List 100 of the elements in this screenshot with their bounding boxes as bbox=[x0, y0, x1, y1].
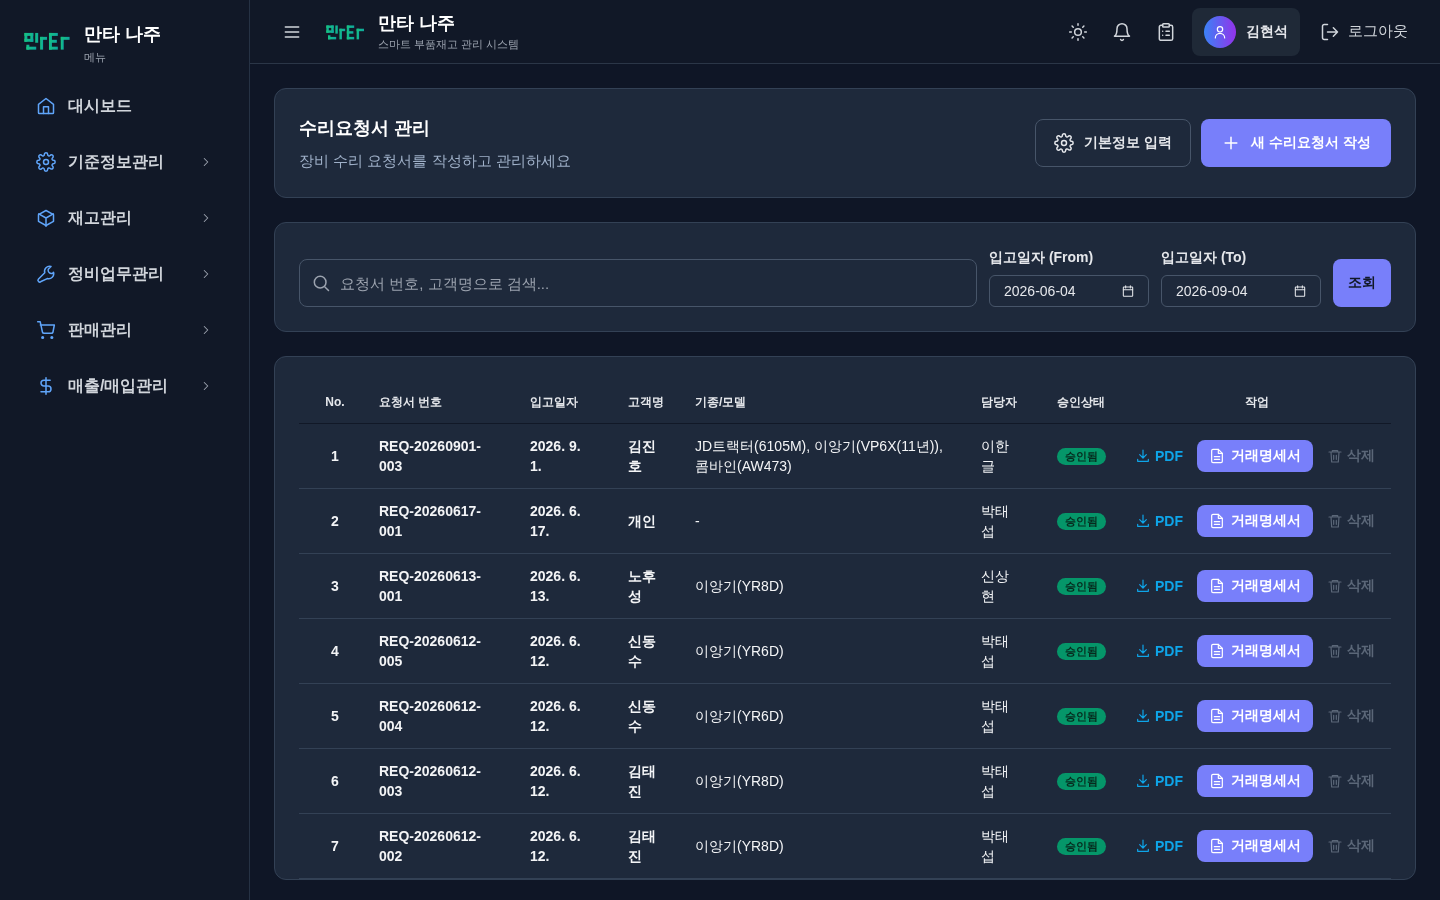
sidebar-item[interactable]: 판매관리 bbox=[24, 306, 225, 354]
table-cell-text: 이앙기(YR6D) bbox=[695, 707, 785, 726]
sidebar-item[interactable]: 기준정보관리 bbox=[24, 138, 225, 186]
download-icon bbox=[1135, 448, 1151, 464]
table-cell-text: 김태진 bbox=[628, 762, 657, 801]
table-cell-text: 2026. 6. 12. bbox=[530, 632, 582, 671]
table-cell-text: 박태섭 bbox=[981, 632, 1010, 671]
table-cell-text: 이앙기(YR8D) bbox=[695, 772, 785, 791]
status-badge: 승인됨 bbox=[1057, 838, 1106, 855]
document-icon bbox=[1209, 578, 1225, 594]
document-icon bbox=[1209, 838, 1225, 854]
table-cell: 1 bbox=[331, 448, 339, 464]
status-badge: 승인됨 bbox=[1057, 773, 1106, 790]
column-header: No. bbox=[325, 395, 345, 409]
user-chip[interactable]: 김현석 bbox=[1192, 7, 1300, 56]
table-cell-text: 신동수 bbox=[628, 697, 657, 736]
home-icon bbox=[36, 96, 56, 116]
statement-button[interactable]: 거래명세서 bbox=[1197, 570, 1313, 602]
table-cell: 4 bbox=[331, 643, 339, 659]
document-icon bbox=[1209, 708, 1225, 724]
statement-button[interactable]: 거래명세서 bbox=[1197, 700, 1313, 732]
user-icon bbox=[1212, 23, 1228, 40]
pdf-link[interactable]: PDF bbox=[1135, 643, 1183, 659]
search-field[interactable]: 요청서 번호, 고객명으로 검색... bbox=[299, 259, 977, 307]
table-cell-text: 2026. 6. 17. bbox=[530, 502, 582, 541]
statement-button[interactable]: 거래명세서 bbox=[1197, 505, 1313, 537]
calendar-icon bbox=[1121, 284, 1135, 298]
table-cell: 5 bbox=[331, 708, 339, 724]
table-cell-text: 박태섭 bbox=[981, 762, 1010, 801]
brand-name: 만타 나주 bbox=[84, 23, 161, 46]
trash-icon bbox=[1327, 708, 1343, 724]
sidebar-item[interactable]: 대시보드 bbox=[24, 82, 225, 130]
table-cell-text: 신동수 bbox=[628, 632, 657, 671]
table-cell-text: - bbox=[695, 512, 701, 531]
pdf-link[interactable]: PDF bbox=[1135, 838, 1183, 854]
trash-icon bbox=[1327, 448, 1343, 464]
document-icon bbox=[1209, 448, 1225, 464]
table-cell-text: 2026. 6. 13. bbox=[530, 567, 582, 606]
pdf-link[interactable]: PDF bbox=[1135, 513, 1183, 529]
column-header: 담당자 bbox=[981, 394, 1017, 409]
logout-button[interactable]: 로그아웃 bbox=[1312, 21, 1416, 42]
download-icon bbox=[1135, 513, 1151, 529]
table-cell-text: REQ-20260612-005 bbox=[379, 632, 482, 671]
cart-icon bbox=[36, 320, 56, 340]
document-icon bbox=[1209, 513, 1225, 529]
search-button[interactable]: 조회 bbox=[1333, 259, 1391, 307]
table-cell-text: 김진호 bbox=[628, 437, 657, 476]
download-icon bbox=[1135, 578, 1151, 594]
sidebar-item[interactable]: 재고관리 bbox=[24, 194, 225, 242]
sun-icon bbox=[1068, 21, 1088, 42]
new-request-button[interactable]: 새 수리요청서 작성 bbox=[1201, 119, 1391, 167]
menu-caption: 메뉴 bbox=[84, 50, 107, 65]
download-icon bbox=[1135, 708, 1151, 724]
table-cell: 2 bbox=[331, 513, 339, 529]
statement-button[interactable]: 거래명세서 bbox=[1197, 635, 1313, 667]
table-cell-text: 박태섭 bbox=[981, 502, 1010, 541]
pdf-link[interactable]: PDF bbox=[1135, 578, 1183, 594]
trash-icon bbox=[1327, 773, 1343, 789]
column-header: 고객명 bbox=[628, 394, 664, 409]
settings-icon bbox=[36, 152, 56, 172]
clipboard-icon bbox=[1156, 21, 1176, 42]
table-cell-text: 이앙기(YR8D) bbox=[695, 837, 785, 856]
table-cell-text: 이앙기(YR8D) bbox=[695, 577, 785, 596]
date-field[interactable]: 2026-09-04 bbox=[1161, 275, 1321, 307]
pdf-link[interactable]: PDF bbox=[1135, 448, 1183, 464]
table-cell-text: 이한글 bbox=[981, 437, 1010, 476]
table-cell-text: 2026. 6. 12. bbox=[530, 827, 582, 866]
logo-icon bbox=[326, 22, 366, 41]
pdf-link[interactable]: PDF bbox=[1135, 773, 1183, 789]
table-cell: 7 bbox=[331, 838, 339, 854]
column-header: 기종/모델 bbox=[695, 394, 747, 409]
sidebar-item[interactable]: 매출/매입관리 bbox=[24, 362, 225, 410]
table-cell-text: 2026. 9. 1. bbox=[530, 437, 582, 476]
status-badge: 승인됨 bbox=[1057, 448, 1106, 465]
statement-button[interactable]: 거래명세서 bbox=[1197, 830, 1313, 862]
date-label: 입고일자 (From) bbox=[989, 249, 1095, 267]
statement-button[interactable]: 거래명세서 bbox=[1197, 440, 1313, 472]
settings-icon bbox=[1054, 133, 1075, 153]
search-icon bbox=[311, 273, 331, 293]
status-badge: 승인됨 bbox=[1057, 708, 1106, 725]
trash-icon bbox=[1327, 643, 1343, 659]
column-header: 작업 bbox=[1244, 394, 1269, 409]
download-icon bbox=[1135, 838, 1151, 854]
table-cell-text: 2026. 6. 12. bbox=[530, 762, 582, 801]
table-cell-text: REQ-20260617-001 bbox=[379, 502, 482, 541]
column-header: 입고일자 bbox=[530, 394, 578, 409]
wrench-icon bbox=[36, 264, 56, 284]
column-header: 승인상태 bbox=[1057, 394, 1105, 409]
column-header: 요청서 번호 bbox=[379, 394, 443, 409]
table-cell-text: 이앙기(YR6D) bbox=[695, 642, 785, 661]
basic-info-button[interactable]: 기본정보 입력 bbox=[1035, 119, 1192, 167]
pdf-link[interactable]: PDF bbox=[1135, 708, 1183, 724]
date-field[interactable]: 2026-06-04 bbox=[989, 275, 1149, 307]
page-title: 수리요청서 관리 bbox=[299, 116, 431, 140]
box-icon bbox=[36, 208, 56, 228]
status-badge: 승인됨 bbox=[1057, 643, 1106, 660]
trash-icon bbox=[1327, 578, 1343, 594]
logout-icon bbox=[1320, 21, 1340, 42]
sidebar-item[interactable]: 정비업무관리 bbox=[24, 250, 225, 298]
statement-button[interactable]: 거래명세서 bbox=[1197, 765, 1313, 797]
